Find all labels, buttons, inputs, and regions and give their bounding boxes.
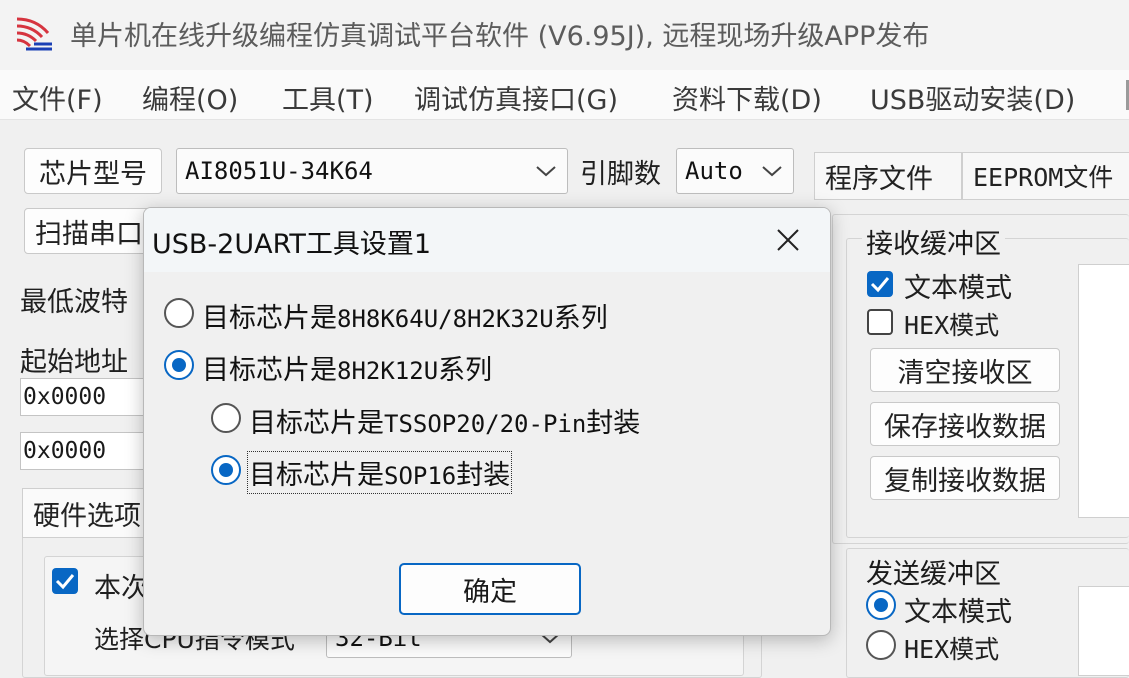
menu-file[interactable]: 文件(F) [12, 78, 103, 117]
this-time-checkbox[interactable] [52, 568, 78, 594]
address-field-2[interactable]: 0x0000 [20, 432, 150, 470]
scan-port-button[interactable]: 扫描串口 [24, 208, 162, 254]
check-icon [870, 277, 890, 293]
package-option-tssop20-label: 目标芯片是TSSOP20/20-Pin封装 [249, 401, 640, 440]
send-text-mode-label: 文本模式 [904, 597, 1012, 628]
window-title: 单片机在线升级编程仿真调试平台软件 (V6.95J), 远程现场升级APP发布 [70, 21, 930, 52]
menu-download[interactable]: 资料下载(D) [672, 78, 822, 117]
receive-hex-mode-checkbox[interactable] [867, 309, 893, 335]
chip-type-value: AI8051U-34K64 [185, 157, 373, 185]
pin-count-select[interactable]: Auto [676, 148, 794, 194]
receive-hex-mode-label: HEX模式 [904, 311, 1000, 340]
this-time-label: 本次 [94, 573, 148, 604]
menu-debug[interactable]: 调试仿真接口(G) [414, 78, 618, 117]
send-text-area[interactable] [1078, 586, 1129, 676]
option-code: TSSOP20/20-Pin [384, 410, 587, 438]
option-code: 8H2K12U [337, 357, 439, 385]
receive-text-mode-label: 文本模式 [904, 273, 1012, 304]
menu-tools[interactable]: 工具(T) [282, 78, 374, 117]
dialog-title-bar: USB-2UART工具设置1 [144, 208, 830, 272]
chip-type-button[interactable]: 芯片型号 [24, 148, 162, 194]
option-code: 8H8K64U/8H2K32U [337, 305, 554, 333]
pin-count-label: 引脚数 [580, 159, 661, 190]
option-prefix: 目标芯片是 [202, 303, 337, 334]
package-radio-tssop20[interactable] [211, 403, 241, 433]
option-prefix: 目标芯片是 [249, 408, 384, 439]
send-buffer-title: 发送缓冲区 [862, 552, 1005, 591]
check-icon [55, 574, 75, 590]
chip-type-select[interactable]: AI8051U-34K64 [176, 148, 568, 194]
min-baud-label: 最低波特 [20, 287, 128, 318]
series-radio-8h2k12u[interactable] [164, 350, 194, 380]
option-suffix: 封装 [456, 460, 511, 491]
app-logo-icon [16, 17, 52, 51]
option-suffix: 系列 [553, 303, 608, 334]
clear-receive-button[interactable]: 清空接收区 [870, 348, 1060, 392]
chevron-down-icon [762, 166, 782, 177]
send-text-mode-radio[interactable] [866, 590, 896, 620]
option-prefix: 目标芯片是 [202, 355, 337, 386]
menu-bar: 文件(F) 编程(O) 工具(T) 调试仿真接口(G) 资料下载(D) USB驱… [0, 70, 1129, 120]
series-radio-8h8k64u[interactable] [164, 298, 194, 328]
series-option-8h8k64u-label: 目标芯片是8H8K64U/8H2K32U系列 [202, 296, 608, 335]
save-receive-button[interactable]: 保存接收数据 [870, 402, 1060, 446]
usb-uart-settings-dialog: USB-2UART工具设置1 目标芯片是8H8K64U/8H2K32U系列 目标… [143, 207, 831, 636]
dialog-title: USB-2UART工具设置1 [152, 229, 432, 260]
pin-count-value: Auto [685, 157, 743, 185]
package-radio-sop16[interactable] [211, 455, 241, 485]
option-code: SOP16 [384, 462, 457, 490]
chevron-down-icon [536, 166, 556, 177]
send-hex-mode-label: HEX模式 [904, 635, 1000, 664]
send-hex-mode-radio[interactable] [866, 630, 896, 660]
ok-button[interactable]: 确定 [399, 563, 581, 615]
package-option-sop16-label: 目标芯片是SOP16封装 [246, 451, 513, 494]
title-bar: 单片机在线升级编程仿真调试平台软件 (V6.95J), 远程现场升级APP发布 [0, 0, 1129, 70]
copy-receive-button[interactable]: 复制接收数据 [870, 456, 1060, 500]
option-prefix: 目标芯片是 [249, 460, 384, 491]
tab-hardware-options[interactable]: 硬件选项 [22, 488, 162, 538]
option-suffix: 系列 [438, 355, 493, 386]
menu-program[interactable]: 编程(O) [142, 78, 238, 117]
tab-eeprom-file[interactable]: EEPROM文件 [962, 152, 1129, 200]
receive-buffer-title: 接收缓冲区 [862, 222, 1005, 261]
close-icon[interactable] [776, 228, 800, 252]
tab-program-file[interactable]: 程序文件 [814, 152, 962, 200]
receive-text-mode-checkbox[interactable] [867, 271, 893, 297]
option-suffix: 封装 [586, 408, 641, 439]
series-option-8h2k12u-label: 目标芯片是8H2K12U系列 [202, 348, 492, 387]
menu-usb-driver[interactable]: USB驱动安装(D) [870, 78, 1075, 117]
receive-text-area[interactable] [1078, 264, 1129, 518]
start-address-label: 起始地址 [20, 347, 128, 378]
address-field-1[interactable]: 0x0000 [20, 378, 150, 416]
